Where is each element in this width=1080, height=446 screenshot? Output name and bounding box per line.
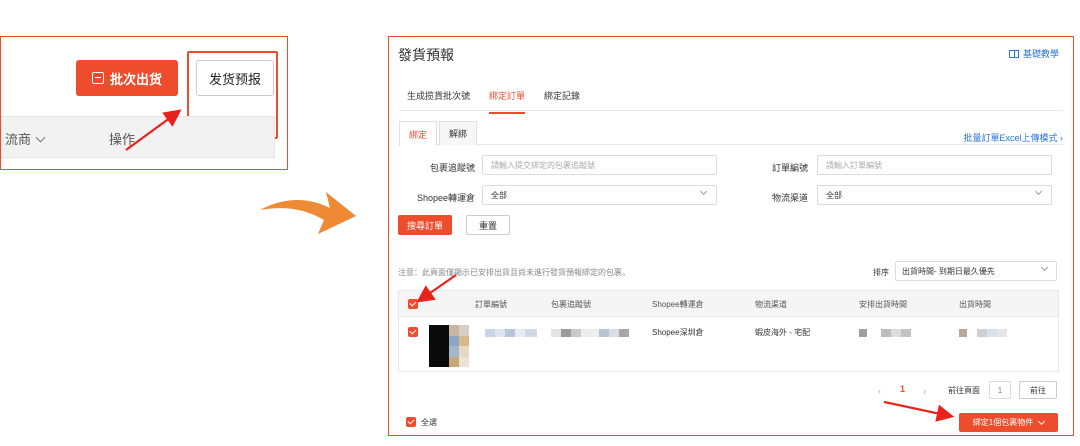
header-warehouse: Shopee轉運倉 [652, 300, 704, 309]
table-header: 訂單編號 包裹追蹤號 Shopee轉運倉 物流渠道 安排出貨時間 出貨時間 [399, 291, 1058, 317]
search-orders-button[interactable]: 搜尋訂單 [398, 215, 452, 235]
notice-text: 注意：此頁面僅顯示已安排出貨且尚未進行發貨預報綁定的包裹。 [398, 268, 630, 277]
reset-button[interactable]: 重置 [466, 215, 510, 235]
goto-page-label: 前往頁面 [948, 386, 980, 395]
channel-select[interactable]: 全部 [817, 185, 1052, 205]
ship-time-redacted [959, 329, 1007, 337]
current-page[interactable]: 1 [900, 384, 905, 394]
header-ship-time: 出貨時間 [959, 300, 991, 309]
shipment-forecast-panel: 發貨預報 基礎教學 生成揽貨批次號 綁定訂單 綁定記錄 綁定 解綁 批量訂單Ex… [388, 36, 1074, 436]
order-no-label: 訂單編號 [771, 163, 808, 173]
column-header-logistics[interactable]: 流商 [5, 129, 46, 148]
list-page-crop: 批次出货 发货预报 流商 操作 [0, 36, 288, 170]
header-channel: 物流渠道 [755, 300, 787, 309]
forecast-label: 发货预报 [208, 71, 261, 87]
batch-ship-label: 批次出货 [109, 71, 162, 87]
cell-warehouse: Shopee深圳倉 [652, 328, 704, 337]
batch-upload-label: 批量訂單Excel上傳模式 [963, 133, 1058, 143]
order-no-input[interactable]: 請輸入訂單編號 [817, 155, 1052, 175]
tab-bind-orders[interactable]: 綁定訂單 [489, 89, 526, 114]
next-page-icon[interactable]: › [923, 386, 926, 396]
tab-generate-batch[interactable]: 生成揽貨批次號 [407, 89, 470, 112]
orders-table: 訂單編號 包裹追蹤號 Shopee轉運倉 物流渠道 安排出貨時間 出貨時間 Sh… [398, 290, 1059, 372]
subtab-bind[interactable]: 綁定 [399, 121, 437, 146]
chevron-down-icon [1040, 263, 1049, 272]
main-tabs: 生成揽貨批次號 綁定訂單 綁定記錄 [399, 81, 1063, 114]
cell-channel: 蝦皮海外 - 宅配 [755, 328, 811, 337]
batch-upload-link[interactable]: 批量訂單Excel上傳模式 › [963, 131, 1063, 144]
chevron-down-icon [699, 187, 708, 196]
chevron-down-icon [35, 132, 46, 142]
page-title: 發貨預報 [398, 47, 454, 63]
order-no-redacted [485, 329, 537, 337]
help-link[interactable]: 基礎教學 [1008, 47, 1059, 60]
header-order-no: 訂單編號 [475, 300, 507, 309]
product-thumbnail [429, 325, 469, 367]
chevron-down-icon [1038, 417, 1046, 425]
warehouse-value: 全部 [491, 190, 507, 200]
arranged-time-redacted [859, 329, 911, 337]
select-all-label: 全選 [421, 418, 437, 427]
transition-arrow-icon [260, 192, 356, 234]
select-all-header-checkbox[interactable] [408, 299, 418, 309]
goto-page-button[interactable]: 前往 [1019, 381, 1057, 399]
prev-page-icon[interactable]: ‹ [878, 386, 881, 396]
sort-select[interactable]: 出貨時間- 到期日最久優先 [895, 261, 1057, 281]
sort-label: 排序 [873, 268, 889, 277]
header-tracking-no: 包裹追蹤號 [551, 300, 591, 309]
warehouse-label: Shopee轉運倉 [416, 193, 475, 203]
package-tracking-label: 包裹追蹤號 [429, 163, 475, 173]
help-link-label: 基礎教學 [1022, 49, 1059, 59]
package-tracking-input[interactable]: 請輸入提交綁定的包裹追蹤號 [482, 155, 717, 175]
batch-ship-button[interactable]: 批次出货 [76, 60, 178, 96]
forecast-button[interactable]: 发货预报 [196, 60, 274, 96]
subtab-unbind[interactable]: 解綁 [439, 121, 477, 145]
bind-packages-button[interactable]: 綁定1個包裹物件 [959, 413, 1058, 432]
column-header-label: 流商 [5, 132, 32, 147]
tracking-no-redacted [551, 329, 629, 337]
column-header-actions: 操作 [109, 132, 136, 147]
book-icon [1008, 49, 1019, 58]
calendar-icon [91, 72, 104, 84]
warehouse-select[interactable]: 全部 [482, 185, 717, 205]
row-checkbox[interactable] [408, 327, 418, 337]
header-arranged-time: 安排出貨時間 [859, 300, 907, 309]
tab-bind-records[interactable]: 綁定記錄 [544, 89, 580, 112]
goto-page-input[interactable]: 1 [989, 381, 1011, 399]
sort-value: 出貨時間- 到期日最久優先 [902, 266, 995, 276]
bind-packages-label: 綁定1個包裹物件 [972, 418, 1034, 427]
channel-label: 物流渠道 [771, 193, 808, 203]
channel-value: 全部 [826, 190, 842, 200]
select-all-checkbox[interactable] [406, 417, 416, 427]
chevron-down-icon [1034, 187, 1043, 196]
